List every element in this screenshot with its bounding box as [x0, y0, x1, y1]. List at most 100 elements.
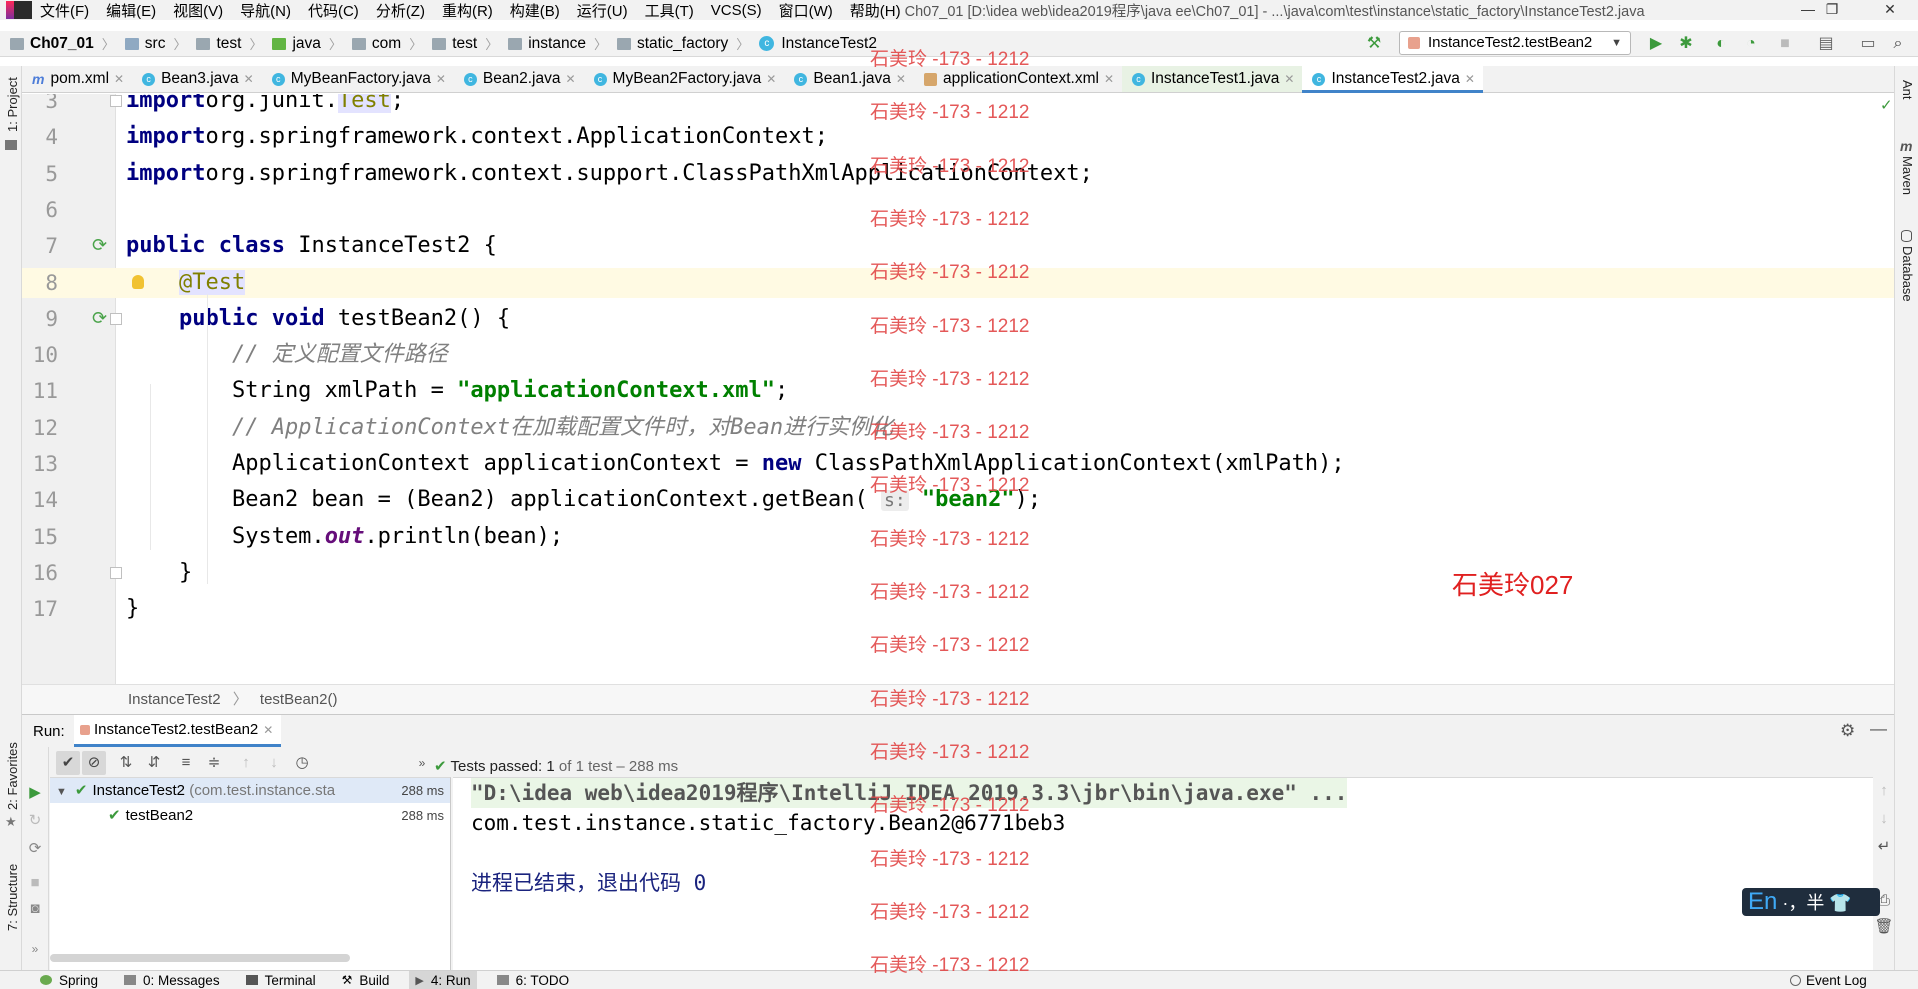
fold-icon[interactable]	[110, 95, 122, 107]
close-icon[interactable]: ✕	[114, 72, 124, 86]
run-tab[interactable]: InstanceTest2.testBean2 ✕	[74, 715, 282, 747]
tab-instancetest2[interactable]: c InstanceTest2.java ✕	[1302, 66, 1484, 93]
profile-icon[interactable]: ◔	[1741, 34, 1761, 54]
messages-tool-button[interactable]: 0: Messages	[118, 971, 226, 989]
menu-navigate[interactable]: 导航(N)	[240, 0, 291, 21]
code-line[interactable]: 6	[22, 195, 1894, 225]
menu-tools[interactable]: 工具(T)	[645, 0, 694, 21]
code-line[interactable]: 3 importorg.junit.Test;	[22, 94, 1894, 116]
code-line[interactable]: 12 // ApplicationContext在加载配置文件时，对Bean进行…	[22, 413, 1894, 443]
collapse-icon[interactable]: ▼	[56, 786, 67, 798]
run-tool-button[interactable]: ▶ 4: Run	[409, 970, 477, 989]
console-output[interactable]: "D:\idea web\idea2019程序\IntelliJ IDEA 20…	[453, 777, 1873, 971]
stop-icon[interactable]: ■	[23, 871, 47, 895]
presentation-icon[interactable]: ▭	[1858, 34, 1878, 54]
tab-instancetest1[interactable]: c InstanceTest1.java ✕	[1122, 66, 1303, 92]
next-failed-icon[interactable]: ↓	[262, 751, 286, 775]
screenshot-icon[interactable]: ◙	[23, 897, 47, 921]
tab-bean3[interactable]: c Bean3.java ✕	[132, 66, 262, 92]
menu-build[interactable]: 构建(B)	[510, 0, 560, 21]
close-icon[interactable]: ✕	[1104, 72, 1114, 86]
code-line[interactable]: 7 public class InstanceTest2 {⟳	[22, 231, 1894, 261]
show-ignored-icon[interactable]: ⊘	[82, 751, 106, 775]
code-editor[interactable]: 3 importorg.junit.Test; 4 importorg.springf…	[22, 94, 1894, 684]
menu-file[interactable]: 文件(F)	[40, 0, 89, 21]
code-line[interactable]: 11 String xmlPath = "applicationContext.…	[22, 376, 1894, 406]
fold-icon[interactable]	[110, 312, 122, 325]
maven-tool-button[interactable]: Maven	[1900, 156, 1915, 195]
run-icon[interactable]: ▶	[1646, 34, 1666, 54]
sort-alphabetically-icon[interactable]: ⇅	[114, 751, 138, 775]
horizontal-scrollbar[interactable]	[50, 954, 350, 962]
search-icon[interactable]: ⌕	[1888, 34, 1908, 54]
code-line[interactable]: 10 // 定义配置文件路径	[22, 340, 1894, 370]
breadcrumb-src[interactable]: src 〉	[115, 34, 186, 53]
close-icon[interactable]: ✕	[1465, 72, 1475, 86]
ime-indicator[interactable]: En ·，半 👕	[1742, 888, 1880, 916]
breadcrumb-test-package[interactable]: test 〉	[422, 34, 498, 53]
more-icon[interactable]: »	[410, 751, 434, 775]
code-line[interactable]: 15 System.out.println(bean);	[22, 522, 1894, 552]
close-icon[interactable]: ✕	[263, 723, 273, 737]
build-tool-button[interactable]: ⚒ Build	[336, 971, 396, 989]
settings-gear-icon[interactable]: ⚙	[1840, 721, 1855, 741]
menu-analyze[interactable]: 分析(Z)	[376, 0, 425, 21]
collapse-all-icon[interactable]: ≑	[202, 751, 226, 775]
breadcrumb-class[interactable]: c InstanceTest2	[749, 35, 877, 53]
test-case-row[interactable]: ✔ testBean2 288 ms	[50, 803, 450, 828]
project-structure-icon[interactable]: ▤	[1816, 34, 1836, 54]
structure-tool-button[interactable]: 7: Structure	[5, 864, 20, 931]
test-history-icon[interactable]: ◷	[290, 751, 314, 775]
menu-code[interactable]: 代码(C)	[308, 0, 359, 21]
expand-all-icon[interactable]: ≡	[174, 751, 198, 775]
code-line[interactable]: 14 Bean2 bean = (Bean2) applicationConte…	[22, 485, 1894, 515]
code-line[interactable]: 5 importorg.springframework.context.suppo…	[22, 159, 1894, 189]
database-tool-button[interactable]: Database	[1900, 246, 1915, 302]
lightbulb-icon[interactable]	[132, 274, 144, 289]
close-icon[interactable]: ✕	[1284, 72, 1294, 86]
coverage-icon[interactable]: ◐	[1711, 34, 1731, 54]
menu-view[interactable]: 视图(V)	[173, 0, 223, 21]
menu-refactor[interactable]: 重构(R)	[442, 0, 493, 21]
soft-wrap-icon[interactable]: ↵	[1872, 835, 1896, 859]
close-icon[interactable]: ✕	[896, 72, 906, 86]
breadcrumb-method-item[interactable]: testBean2()	[260, 691, 338, 708]
tab-mybeanfactory[interactable]: c MyBeanFactory.java ✕	[262, 66, 454, 92]
run-test-gutter-icon[interactable]: ⟳	[92, 231, 107, 261]
event-log-button[interactable]: Event Log	[1784, 971, 1873, 989]
breadcrumb-java[interactable]: java 〉	[262, 34, 342, 53]
stop-icon[interactable]: ■	[1775, 34, 1795, 54]
breadcrumb-project[interactable]: Ch07_01 〉	[0, 34, 115, 53]
project-tool-button[interactable]: 1: Project	[5, 77, 20, 132]
scroll-down-icon[interactable]: ↓	[1872, 807, 1896, 831]
toggle-auto-test-icon[interactable]: ⟳	[23, 837, 47, 861]
scroll-up-icon[interactable]: ↑	[1872, 779, 1896, 803]
run-test-gutter-icon[interactable]: ⟳	[92, 304, 107, 334]
terminal-tool-button[interactable]: Terminal	[240, 971, 322, 989]
tab-pom-xml[interactable]: m pom.xml ✕	[22, 66, 132, 92]
test-suite-row[interactable]: ▼ ✔ InstanceTest2 (com.test.instance.sta 2…	[50, 778, 450, 803]
tab-applicationcontext-xml[interactable]: applicationContext.xml ✕	[914, 66, 1122, 92]
breadcrumb-com[interactable]: com 〉	[342, 34, 422, 53]
menu-vcs[interactable]: VCS(S)	[711, 2, 762, 19]
breadcrumb-test[interactable]: test 〉	[186, 34, 262, 53]
close-icon[interactable]: ✕	[244, 72, 254, 86]
show-passed-icon[interactable]: ✔	[56, 751, 80, 775]
spring-tool-button[interactable]: Spring	[34, 971, 104, 989]
hide-panel-icon[interactable]: —	[1870, 719, 1887, 739]
tab-bean1[interactable]: c Bean1.java ✕	[784, 66, 914, 92]
restore-icon[interactable]: ❐	[1812, 0, 1852, 20]
breadcrumb-class-item[interactable]: InstanceTest2	[128, 691, 221, 708]
debug-icon[interactable]: ✱	[1676, 34, 1696, 54]
expand-more-icon[interactable]: »	[23, 937, 47, 961]
code-line[interactable]: 13 ApplicationContext applicationContext…	[22, 449, 1894, 479]
menu-edit[interactable]: 编辑(E)	[106, 0, 156, 21]
tab-bean2[interactable]: c Bean2.java ✕	[454, 66, 584, 92]
clear-all-icon[interactable]: 🗑	[1872, 915, 1896, 939]
build-hammer-icon[interactable]: ⚒	[1364, 34, 1384, 54]
fold-icon[interactable]	[110, 566, 122, 579]
run-configuration-select[interactable]: InstanceTest2.testBean2 ▼	[1399, 31, 1631, 55]
ant-tool-button[interactable]: Ant	[1900, 80, 1915, 100]
close-icon[interactable]: ✕	[766, 72, 776, 86]
close-window-icon[interactable]: ✕	[1870, 0, 1910, 20]
